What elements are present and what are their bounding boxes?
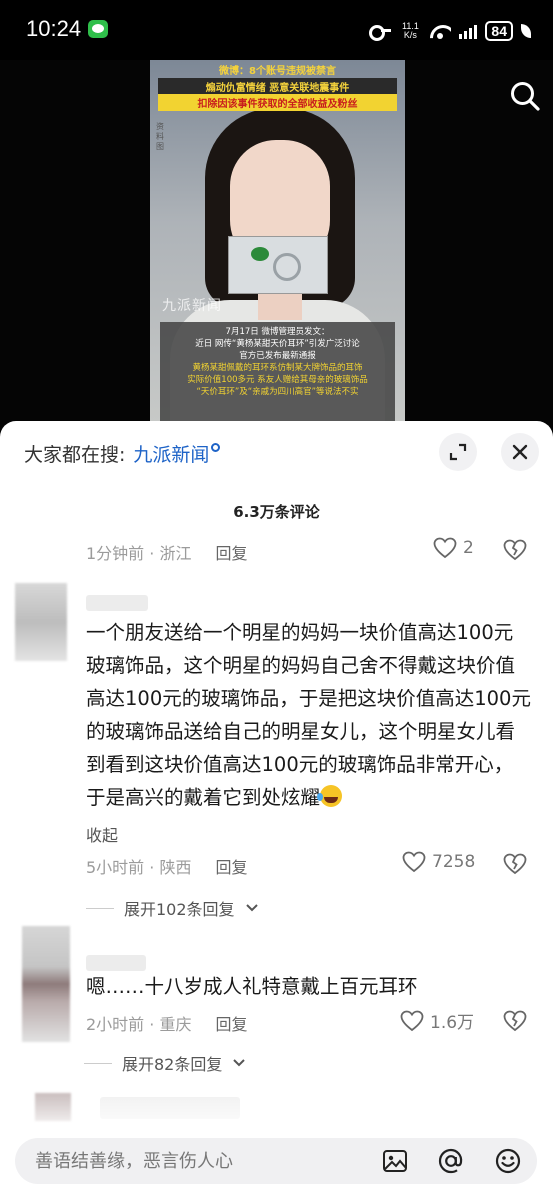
key-icon [369,24,392,41]
rofl-emoji-icon [317,785,343,807]
video-player[interactable]: 微博：8个账号违规被禁言 煽动仇富情绪 恶意关联地震事件 扣除因该事件获取的全部… [0,60,553,430]
like-button[interactable]: 7258 [402,851,475,873]
video-caption-line: 7月17日 微博管理员发文： [225,327,330,337]
heart-icon [433,537,457,559]
comment-text: 嗯……十八岁成人礼特意戴上百元耳环 [86,975,418,998]
comment-meta: 2小时前 · 重庆 回复 [86,1015,248,1034]
comment-sheet: 大家都在搜: 九派新闻 6.3万条评论 1分钟前 · 浙江 回复 2 一个朋友送给一… [0,421,553,1199]
comment-time: 1分钟前 [86,544,145,563]
trending-search-prefix: 大家都在搜: [24,444,126,466]
avatar[interactable] [15,583,67,661]
video-caption: 7月17日 微博管理员发文： 近日 网传“黄杨某甜天价耳环”引发广泛讨论 官方已… [160,322,395,422]
reply-button[interactable]: 回复 [215,544,247,563]
like-count: 2 [463,538,474,558]
video-caption-line: 官方已发布最新通报 [239,351,316,361]
heart-icon [402,851,426,873]
like-button[interactable]: 2 [433,537,474,559]
comment-meta: 1分钟前 · 浙江 回复 [86,544,248,563]
wifi-icon [429,23,451,39]
network-speed: 11.1 K/s [399,22,421,40]
comment-time: 5小时前 [86,858,145,877]
smiley-icon[interactable] [494,1147,522,1175]
signal-icon [459,23,478,39]
like-count: 7258 [432,852,476,872]
comment-location: 陕西 [159,858,192,877]
comment-location: 重庆 [159,1015,192,1034]
status-icons: 11.1 K/s 84 [369,18,531,44]
bottom-fade [0,1067,553,1127]
comment-time: 2小时前 [86,1015,145,1034]
close-button[interactable] [501,433,539,471]
comment-body: 一个朋友送给一个明星的妈妈一块价值高达100元玻璃饰品，这个明星的妈妈自己舍不得… [86,621,531,809]
network-speed-unit: K/s [403,30,417,40]
comment-location: 浙江 [159,544,192,563]
video-logo: 九派新闻 [162,298,222,314]
video-banner-line-3: 扣除因该事件获取的全部收益及粉丝 [158,94,397,111]
username[interactable] [86,595,148,611]
expand-button[interactable] [439,433,477,471]
comment-text: 一个朋友送给一个明星的妈妈一块价值高达100元玻璃饰品，这个明星的妈妈自己舍不得… [86,616,531,814]
video-frame: 微博：8个账号违规被禁言 煽动仇富情绪 恶意关联地震事件 扣除因该事件获取的全部… [150,60,405,422]
at-icon[interactable] [437,1147,465,1175]
like-button[interactable]: 1.6万 [400,1008,474,1033]
like-count: 1.6万 [430,1013,475,1033]
battery-indicator: 84 [485,21,513,41]
reply-button[interactable]: 回复 [215,858,247,877]
search-icon[interactable] [509,80,541,112]
status-bar: 10:24 11.1 K/s 84 [0,0,553,60]
image-icon[interactable] [381,1147,409,1175]
video-caption-line: 黄杨某甜佩戴的耳环系仿制某大牌饰品的耳饰 [192,363,363,373]
comment-meta: 5小时前 · 陕西 回复 [86,858,248,877]
expand-replies-label: 展开102条回复 [124,900,235,919]
comment-count: 6.3万条评论 [233,503,320,521]
username[interactable] [86,955,146,971]
comment-input[interactable] [35,1138,365,1184]
status-time: 10:24 [26,16,82,41]
video-banner-line-1: 微博：8个账号违规被禁言 [219,66,336,77]
video-caption-line: “天价耳环”及“亲戚为四川高官”等说法不实 [196,387,359,397]
broken-heart-icon[interactable] [503,1010,527,1032]
divider-line [86,907,114,909]
expand-icon [449,443,467,461]
video-banner-line-2: 煽动仇富情绪 恶意关联地震事件 [158,78,397,95]
expand-replies-button[interactable]: 展开102条回复 [86,896,259,920]
video-caption-line: 近日 网传“黄杨某甜天价耳环”引发广泛讨论 [195,339,360,349]
collapse-button[interactable]: 收起 [86,822,118,846]
broken-heart-icon[interactable] [503,853,527,875]
heart-icon [400,1010,424,1031]
earring-inset-image [228,236,328,294]
comment-input-bar [15,1138,537,1184]
video-side-text: 资料图 [156,122,164,151]
close-icon [512,444,528,460]
reply-button[interactable]: 回复 [215,1015,247,1034]
avatar[interactable] [22,926,70,1042]
trending-search-keyword[interactable]: 九派新闻 [133,444,209,466]
chevron-down-icon [245,904,258,912]
divider-line [84,1062,112,1064]
wechat-notification-icon [88,20,108,38]
trending-search-bar: 大家都在搜: 九派新闻 [24,440,221,467]
keyword-search-icon [211,443,221,452]
power-saving-icon [521,24,531,38]
broken-heart-icon[interactable] [503,539,527,561]
video-caption-line: 实际价值100多元 系友人赠给其母亲的玻璃饰品 [187,375,368,385]
